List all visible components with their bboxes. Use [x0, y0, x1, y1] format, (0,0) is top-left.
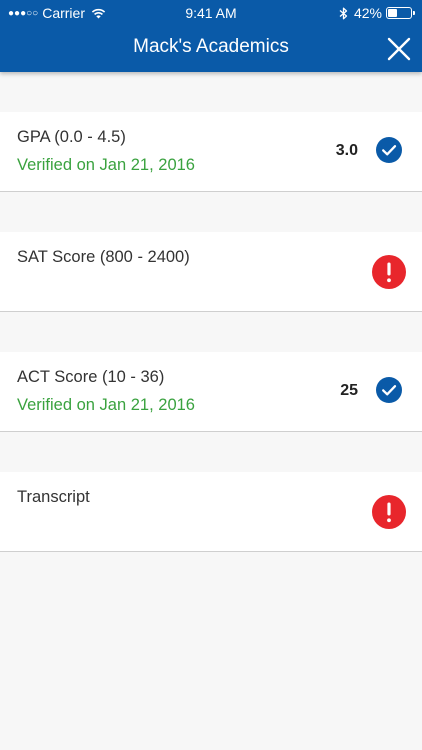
row-label: SAT Score (800 - 2400) — [17, 248, 190, 266]
academic-row-act[interactable]: ACT Score (10 - 36) Verified on Jan 21, … — [0, 352, 422, 432]
row-label: Transcript — [17, 488, 90, 506]
alert-circle-icon — [372, 495, 406, 529]
row-label: GPA (0.0 - 4.5) — [17, 128, 126, 146]
row-label: ACT Score (10 - 36) — [17, 368, 165, 386]
status-right: 42% — [339, 5, 415, 21]
academic-row-sat[interactable]: SAT Score (800 - 2400) — [0, 232, 422, 312]
row-value: 25 — [340, 382, 358, 399]
status-bar: ●●●○○ Carrier 9:41 AM 42% — [0, 0, 422, 26]
academic-row-transcript[interactable]: Transcript — [0, 472, 422, 552]
close-icon[interactable] — [386, 36, 412, 62]
verified-text: Verified on Jan 21, 2016 — [17, 156, 195, 174]
academics-list: GPA (0.0 - 4.5) Verified on Jan 21, 2016… — [0, 72, 422, 552]
row-value: 3.0 — [335, 142, 358, 159]
check-circle-icon — [376, 377, 402, 403]
alert-circle-icon — [372, 255, 406, 289]
verified-text: Verified on Jan 21, 2016 — [17, 396, 195, 414]
battery-level — [388, 9, 397, 17]
page-title: Mack's Academics — [133, 36, 289, 57]
header: ●●●○○ Carrier 9:41 AM 42% Mack's Academi… — [0, 0, 422, 72]
academic-row-gpa[interactable]: GPA (0.0 - 4.5) Verified on Jan 21, 2016… — [0, 112, 422, 192]
bluetooth-icon — [339, 7, 348, 19]
battery-icon — [386, 7, 415, 19]
battery-percentage: 42% — [353, 5, 382, 21]
check-circle-icon — [376, 137, 402, 163]
